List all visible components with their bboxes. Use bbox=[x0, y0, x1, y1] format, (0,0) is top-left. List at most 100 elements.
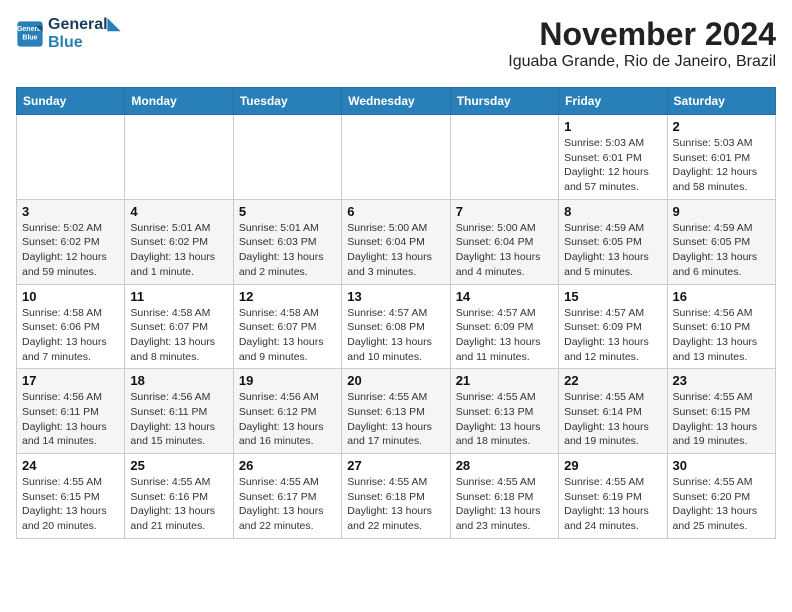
calendar-cell: 9Sunrise: 4:59 AM Sunset: 6:05 PM Daylig… bbox=[667, 199, 775, 284]
calendar-cell: 18 Sunrise: 4:56 AM Sunset: 6:11 PM Dayli… bbox=[125, 369, 233, 454]
day-number: 18 bbox=[130, 373, 227, 388]
calendar-cell: 7 Sunrise: 5:00 AM Sunset: 6:04 PM Daylig… bbox=[450, 199, 558, 284]
day-number: 3 bbox=[22, 204, 119, 219]
calendar-week-2: 3 Sunrise: 5:02 AM Sunset: 6:02 PM Daylig… bbox=[17, 199, 776, 284]
calendar-cell: 2 Sunrise: 5:03 AM Sunset: 6:01 PM Daylig… bbox=[667, 115, 775, 200]
weekday-header-saturday: Saturday bbox=[667, 88, 775, 115]
day-number: 8 bbox=[564, 204, 661, 219]
svg-text:Blue: Blue bbox=[22, 34, 37, 41]
location-title: Iguaba Grande, Rio de Janeiro, Brazil bbox=[508, 53, 776, 71]
day-info: Sunrise: 4:55 AM Sunset: 6:13 PM Dayligh… bbox=[456, 390, 553, 449]
calendar-cell bbox=[125, 115, 233, 200]
day-number: 14 bbox=[456, 289, 553, 304]
day-number: 28 bbox=[456, 458, 553, 473]
calendar-cell: 12 Sunrise: 4:58 AM Sunset: 6:07 PM Dayli… bbox=[233, 284, 341, 369]
day-number: 19 bbox=[239, 373, 336, 388]
day-info: Sunrise: 5:01 AM Sunset: 6:03 PM Dayligh… bbox=[239, 221, 336, 280]
month-title: November 2024 bbox=[508, 16, 776, 53]
day-number: 2 bbox=[673, 119, 770, 134]
day-info: Sunrise: 4:58 AM Sunset: 6:07 PM Dayligh… bbox=[239, 306, 336, 365]
day-info: Sunrise: 4:55 AM Sunset: 6:18 PM Dayligh… bbox=[456, 475, 553, 534]
day-info: Sunrise: 4:56 AM Sunset: 6:11 PM Dayligh… bbox=[22, 390, 119, 449]
day-info: Sunrise: 5:02 AM Sunset: 6:02 PM Dayligh… bbox=[22, 221, 119, 280]
day-info: Sunrise: 5:01 AM Sunset: 6:02 PM Dayligh… bbox=[130, 221, 227, 280]
day-number: 15 bbox=[564, 289, 661, 304]
calendar-cell: 24 Sunrise: 4:55 AM Sunset: 6:15 PM Dayli… bbox=[17, 454, 125, 539]
day-info: Sunrise: 4:55 AM Sunset: 6:13 PM Dayligh… bbox=[347, 390, 444, 449]
day-info: Sunrise: 4:55 AM Sunset: 6:17 PM Dayligh… bbox=[239, 475, 336, 534]
day-info: Sunrise: 4:59 AM Sunset: 6:05 PM Dayligh… bbox=[564, 221, 661, 280]
calendar-cell: 10 Sunrise: 4:58 AM Sunset: 6:06 PM Dayli… bbox=[17, 284, 125, 369]
day-number: 29 bbox=[564, 458, 661, 473]
calendar-cell: 20 Sunrise: 4:55 AM Sunset: 6:13 PM Dayli… bbox=[342, 369, 450, 454]
logo: General Blue General◣ Blue bbox=[16, 16, 120, 51]
day-info: Sunrise: 5:00 AM Sunset: 6:04 PM Dayligh… bbox=[456, 221, 553, 280]
weekday-header-friday: Friday bbox=[559, 88, 667, 115]
day-info: Sunrise: 4:55 AM Sunset: 6:15 PM Dayligh… bbox=[673, 390, 770, 449]
day-info: Sunrise: 4:55 AM Sunset: 6:14 PM Dayligh… bbox=[564, 390, 661, 449]
logo-subtext: Blue bbox=[48, 34, 120, 52]
calendar-cell: 25Sunrise: 4:55 AM Sunset: 6:16 PM Dayli… bbox=[125, 454, 233, 539]
day-info: Sunrise: 4:56 AM Sunset: 6:11 PM Dayligh… bbox=[130, 390, 227, 449]
day-info: Sunrise: 4:55 AM Sunset: 6:15 PM Dayligh… bbox=[22, 475, 119, 534]
day-number: 10 bbox=[22, 289, 119, 304]
day-number: 11 bbox=[130, 289, 227, 304]
day-info: Sunrise: 4:56 AM Sunset: 6:12 PM Dayligh… bbox=[239, 390, 336, 449]
calendar-cell: 26 Sunrise: 4:55 AM Sunset: 6:17 PM Dayli… bbox=[233, 454, 341, 539]
day-info: Sunrise: 4:55 AM Sunset: 6:20 PM Dayligh… bbox=[673, 475, 770, 534]
weekday-header-thursday: Thursday bbox=[450, 88, 558, 115]
day-number: 30 bbox=[673, 458, 770, 473]
day-number: 22 bbox=[564, 373, 661, 388]
day-number: 25 bbox=[130, 458, 227, 473]
day-info: Sunrise: 4:57 AM Sunset: 6:09 PM Dayligh… bbox=[564, 306, 661, 365]
calendar-cell: 28 Sunrise: 4:55 AM Sunset: 6:18 PM Dayli… bbox=[450, 454, 558, 539]
day-number: 6 bbox=[347, 204, 444, 219]
day-info: Sunrise: 5:03 AM Sunset: 6:01 PM Dayligh… bbox=[673, 136, 770, 195]
day-info: Sunrise: 4:57 AM Sunset: 6:08 PM Dayligh… bbox=[347, 306, 444, 365]
day-number: 17 bbox=[22, 373, 119, 388]
calendar-cell: 30 Sunrise: 4:55 AM Sunset: 6:20 PM Dayli… bbox=[667, 454, 775, 539]
day-number: 12 bbox=[239, 289, 336, 304]
day-info: Sunrise: 4:57 AM Sunset: 6:09 PM Dayligh… bbox=[456, 306, 553, 365]
day-number: 26 bbox=[239, 458, 336, 473]
calendar-cell: 27Sunrise: 4:55 AM Sunset: 6:18 PM Dayli… bbox=[342, 454, 450, 539]
calendar-week-5: 24 Sunrise: 4:55 AM Sunset: 6:15 PM Dayli… bbox=[17, 454, 776, 539]
day-number: 4 bbox=[130, 204, 227, 219]
day-number: 20 bbox=[347, 373, 444, 388]
weekday-header-sunday: Sunday bbox=[17, 88, 125, 115]
calendar-cell bbox=[342, 115, 450, 200]
calendar-cell bbox=[17, 115, 125, 200]
day-number: 16 bbox=[673, 289, 770, 304]
calendar-cell bbox=[450, 115, 558, 200]
calendar-week-3: 10 Sunrise: 4:58 AM Sunset: 6:06 PM Dayli… bbox=[17, 284, 776, 369]
logo-icon: General Blue bbox=[16, 20, 44, 48]
calendar-cell: 11 Sunrise: 4:58 AM Sunset: 6:07 PM Dayli… bbox=[125, 284, 233, 369]
calendar-cell: 14 Sunrise: 4:57 AM Sunset: 6:09 PM Dayli… bbox=[450, 284, 558, 369]
day-number: 21 bbox=[456, 373, 553, 388]
weekday-header-monday: Monday bbox=[125, 88, 233, 115]
day-number: 9 bbox=[673, 204, 770, 219]
calendar-cell: 8 Sunrise: 4:59 AM Sunset: 6:05 PM Daylig… bbox=[559, 199, 667, 284]
day-info: Sunrise: 4:58 AM Sunset: 6:07 PM Dayligh… bbox=[130, 306, 227, 365]
calendar-cell: 13Sunrise: 4:57 AM Sunset: 6:08 PM Dayli… bbox=[342, 284, 450, 369]
weekday-header-wednesday: Wednesday bbox=[342, 88, 450, 115]
day-number: 27 bbox=[347, 458, 444, 473]
day-number: 24 bbox=[22, 458, 119, 473]
day-info: Sunrise: 5:00 AM Sunset: 6:04 PM Dayligh… bbox=[347, 221, 444, 280]
day-number: 23 bbox=[673, 373, 770, 388]
day-number: 7 bbox=[456, 204, 553, 219]
calendar-cell: 5 Sunrise: 5:01 AM Sunset: 6:03 PM Daylig… bbox=[233, 199, 341, 284]
calendar-cell bbox=[233, 115, 341, 200]
calendar-week-4: 17 Sunrise: 4:56 AM Sunset: 6:11 PM Dayli… bbox=[17, 369, 776, 454]
calendar-week-1: 1 Sunrise: 5:03 AM Sunset: 6:01 PM Daylig… bbox=[17, 115, 776, 200]
day-info: Sunrise: 4:55 AM Sunset: 6:19 PM Dayligh… bbox=[564, 475, 661, 534]
calendar-cell: 21 Sunrise: 4:55 AM Sunset: 6:13 PM Dayli… bbox=[450, 369, 558, 454]
calendar-cell: 29 Sunrise: 4:55 AM Sunset: 6:19 PM Dayli… bbox=[559, 454, 667, 539]
calendar-cell: 1Sunrise: 5:03 AM Sunset: 6:01 PM Daylig… bbox=[559, 115, 667, 200]
day-info: Sunrise: 4:56 AM Sunset: 6:10 PM Dayligh… bbox=[673, 306, 770, 365]
day-number: 1 bbox=[564, 119, 661, 134]
day-info: Sunrise: 4:58 AM Sunset: 6:06 PM Dayligh… bbox=[22, 306, 119, 365]
calendar-cell: 4 Sunrise: 5:01 AM Sunset: 6:02 PM Daylig… bbox=[125, 199, 233, 284]
calendar-cell: 6 Sunrise: 5:00 AM Sunset: 6:04 PM Daylig… bbox=[342, 199, 450, 284]
day-number: 5 bbox=[239, 204, 336, 219]
